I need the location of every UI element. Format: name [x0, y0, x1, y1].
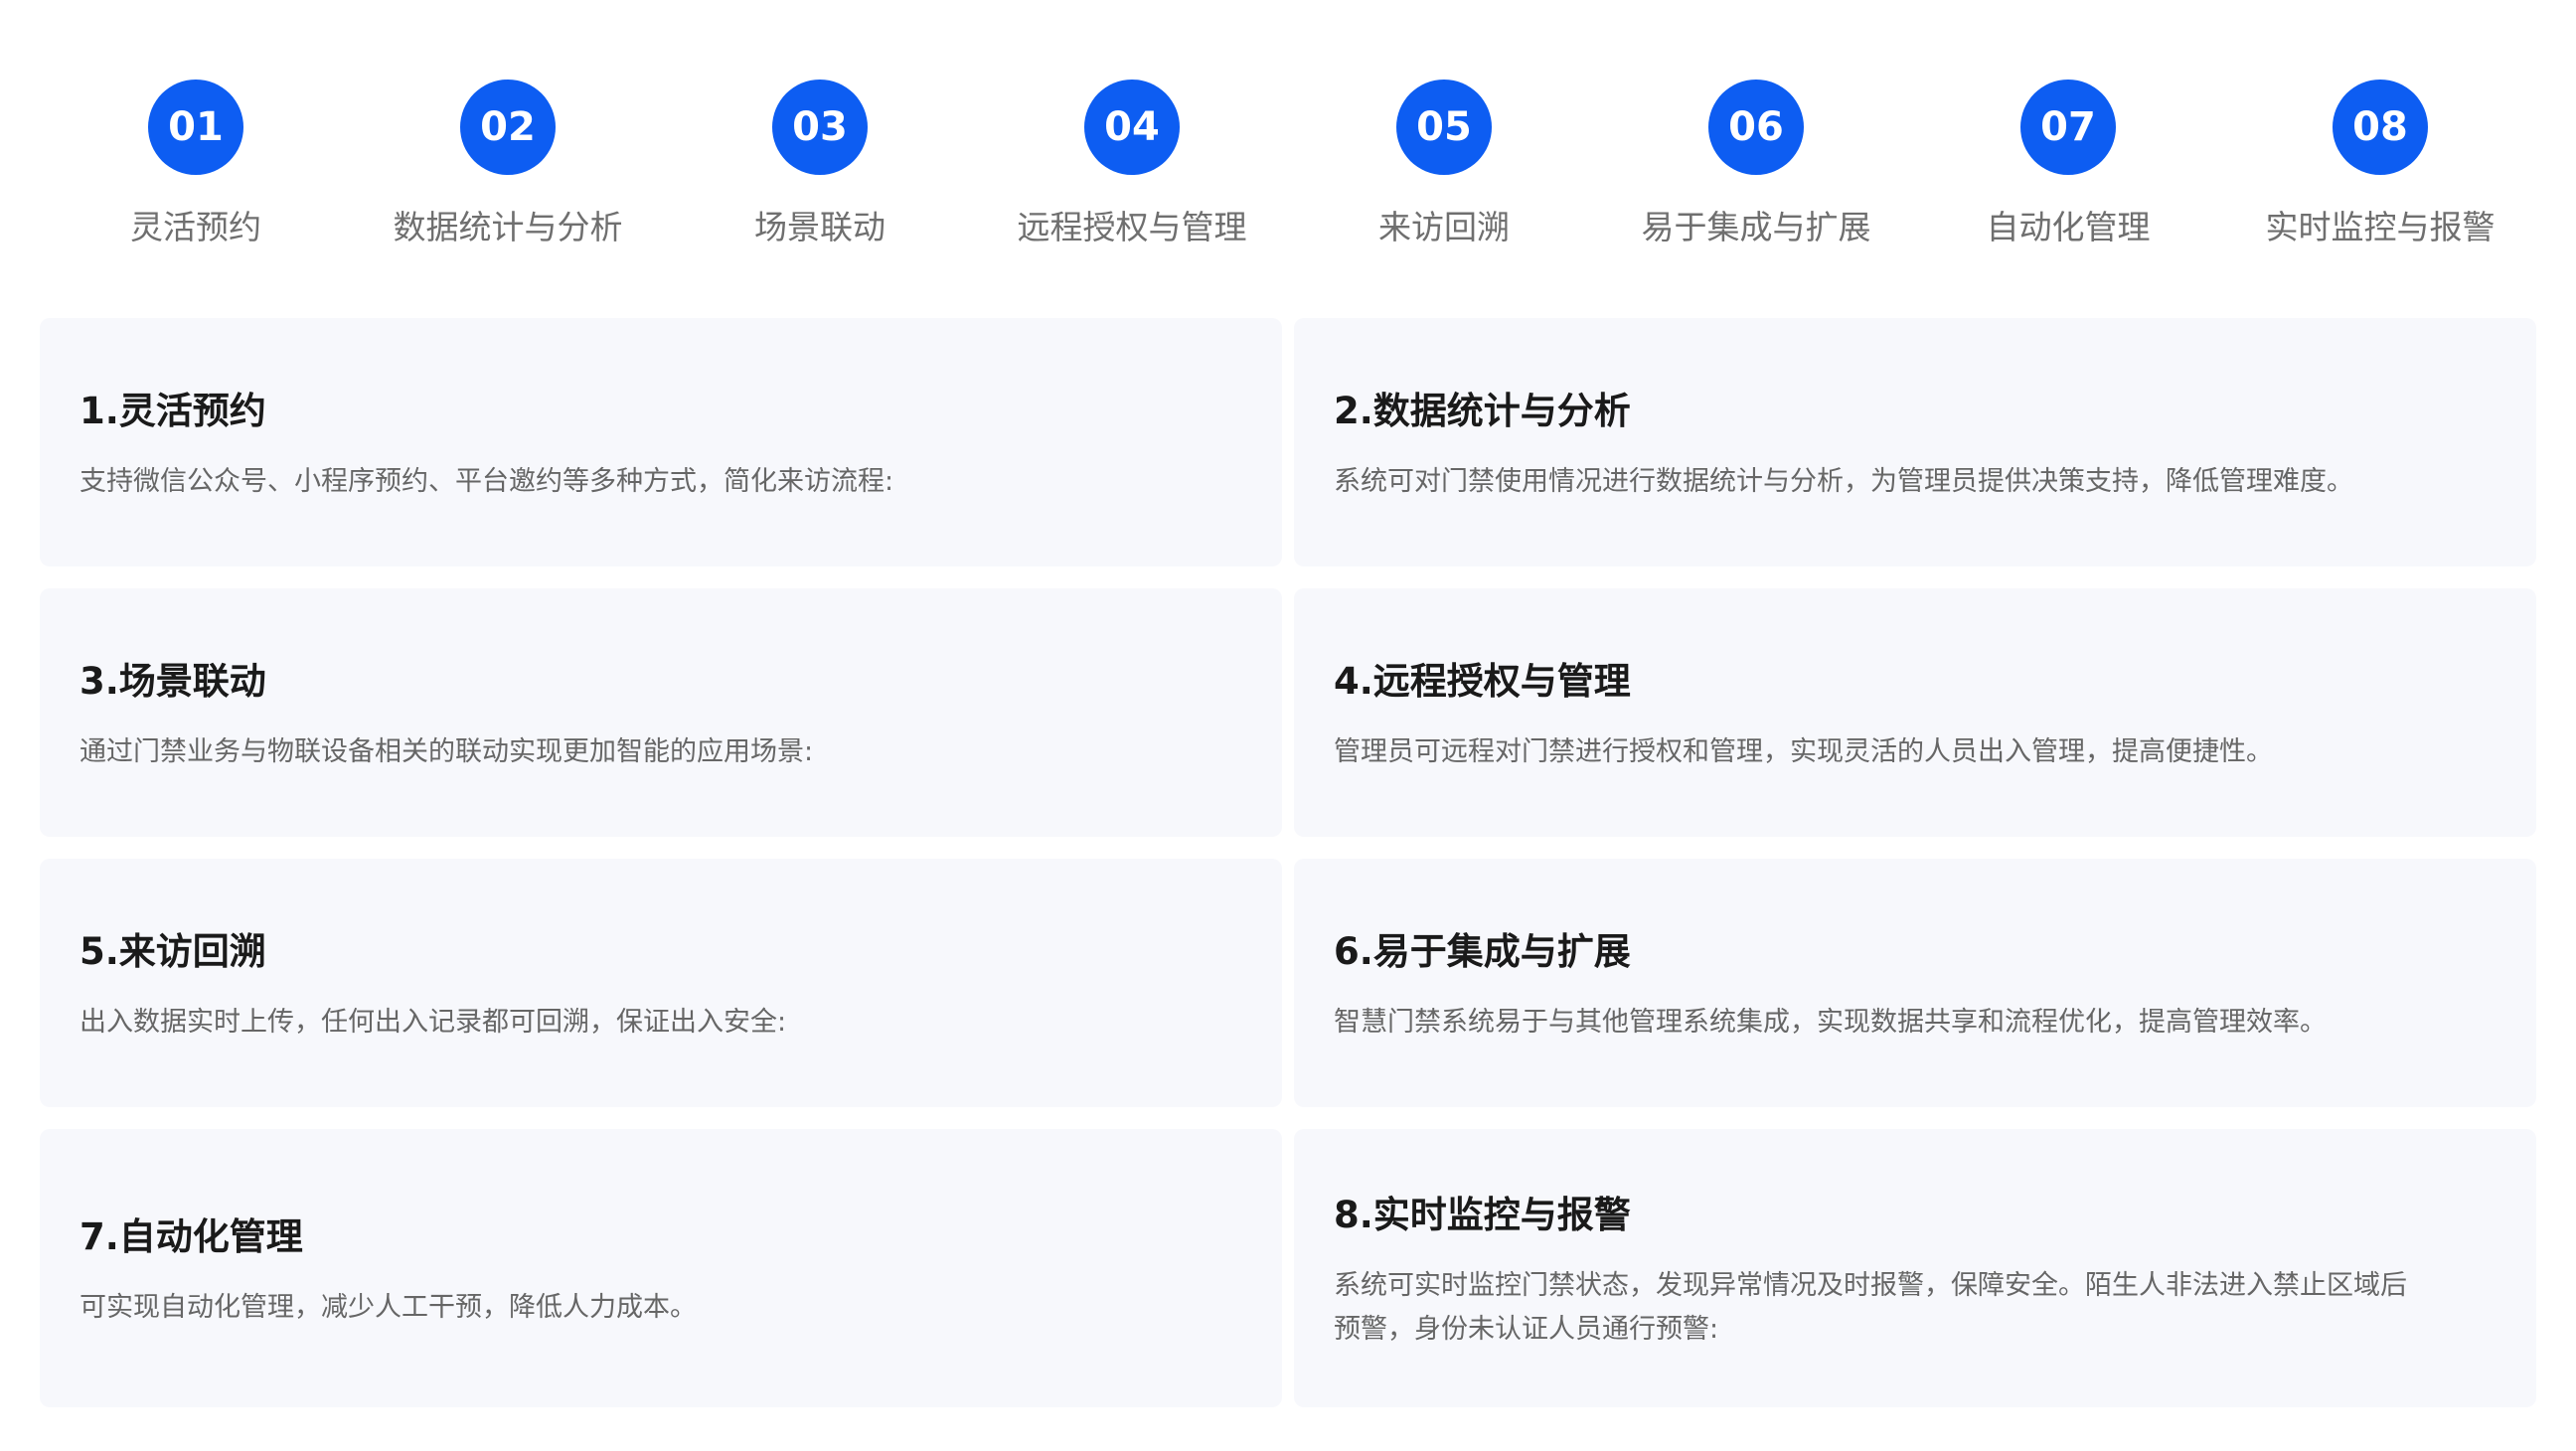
feature-card-flexible-booking: 1.灵活预约 支持微信公众号、小程序预约、平台邀约等多种方式，简化来访流程: [40, 318, 1282, 566]
step-label: 自动化管理 [1986, 208, 2151, 246]
feature-card-data-analytics: 2.数据统计与分析 系统可对门禁使用情况进行数据统计与分析，为管理员提供决策支持… [1294, 318, 2536, 566]
card-description: 管理员可远程对门禁进行授权和管理，实现灵活的人员出入管理，提高便捷性。 [1334, 736, 2273, 767]
card-description: 系统可对门禁使用情况进行数据统计与分析，为管理员提供决策支持，降低管理难度。 [1334, 466, 2353, 497]
step-label: 数据统计与分析 [393, 208, 623, 246]
card-title: 6.易于集成与扩展 [1334, 930, 1631, 973]
step-label: 来访回溯 [1378, 208, 1510, 246]
card-description: 支持微信公众号、小程序预约、平台邀约等多种方式，简化来访流程: [80, 466, 894, 497]
step-number-badge: 08 [2333, 80, 2428, 175]
step-8[interactable]: 08 实时监控与报警 [2224, 80, 2536, 248]
step-number-badge: 04 [1084, 80, 1180, 175]
card-description: 通过门禁业务与物联设备相关的联动实现更加智能的应用场景: [80, 736, 814, 767]
card-title: 8.实时监控与报警 [1334, 1194, 1631, 1236]
step-3[interactable]: 03 场景联动 [664, 80, 976, 248]
step-6[interactable]: 06 易于集成与扩展 [1600, 80, 1912, 248]
feature-card-automation: 7.自动化管理 可实现自动化管理，减少人工干预，降低人力成本。 [40, 1129, 1282, 1407]
card-title: 4.远程授权与管理 [1334, 660, 1631, 703]
feature-card-integration-extension: 6.易于集成与扩展 智慧门禁系统易于与其他管理系统集成，实现数据共享和流程优化，… [1294, 859, 2536, 1107]
step-label: 场景联动 [754, 208, 886, 246]
step-label: 灵活预约 [130, 208, 261, 246]
step-number-badge: 01 [148, 80, 243, 175]
card-description: 智慧门禁系统易于与其他管理系统集成，实现数据共享和流程优化，提高管理效率。 [1334, 1007, 2327, 1038]
feature-card-remote-authorization: 4.远程授权与管理 管理员可远程对门禁进行授权和管理，实现灵活的人员出入管理，提… [1294, 588, 2536, 837]
step-1[interactable]: 01 灵活预约 [40, 80, 352, 248]
step-label: 实时监控与报警 [2265, 208, 2496, 246]
card-title: 3.场景联动 [80, 660, 266, 703]
card-description: 可实现自动化管理，减少人工干预，降低人力成本。 [80, 1292, 697, 1323]
step-label: 远程授权与管理 [1017, 208, 1247, 246]
feature-card-visit-traceback: 5.来访回溯 出入数据实时上传，任何出入记录都可回溯，保证出入安全: [40, 859, 1282, 1107]
card-title: 1.灵活预约 [80, 390, 266, 432]
step-number-badge: 03 [772, 80, 868, 175]
card-title: 7.自动化管理 [80, 1215, 303, 1258]
step-2[interactable]: 02 数据统计与分析 [352, 80, 664, 248]
card-description: 出入数据实时上传，任何出入记录都可回溯，保证出入安全: [80, 1007, 787, 1038]
feature-card-realtime-monitoring: 8.实时监控与报警 系统可实时监控门禁状态，发现异常情况及时报警，保障安全。陌生… [1294, 1129, 2536, 1407]
step-number-badge: 02 [460, 80, 556, 175]
feature-card-grid: 1.灵活预约 支持微信公众号、小程序预约、平台邀约等多种方式，简化来访流程: 2… [40, 318, 2536, 1407]
step-7[interactable]: 07 自动化管理 [1912, 80, 2224, 248]
step-number-badge: 07 [2020, 80, 2116, 175]
step-number-badge: 05 [1396, 80, 1492, 175]
card-description: 系统可实时监控门禁状态，发现异常情况及时报警，保障安全。陌生人非法进入禁止区域后… [1334, 1270, 2407, 1345]
step-label: 易于集成与扩展 [1641, 208, 1871, 246]
feature-step-bar: 01 灵活预约 02 数据统计与分析 03 场景联动 04 远程授权与管理 05… [40, 80, 2536, 248]
step-5[interactable]: 05 来访回溯 [1288, 80, 1600, 248]
step-4[interactable]: 04 远程授权与管理 [976, 80, 1288, 248]
card-title: 5.来访回溯 [80, 930, 266, 973]
feature-card-scene-linkage: 3.场景联动 通过门禁业务与物联设备相关的联动实现更加智能的应用场景: [40, 588, 1282, 837]
card-title: 2.数据统计与分析 [1334, 390, 1631, 432]
step-number-badge: 06 [1708, 80, 1804, 175]
